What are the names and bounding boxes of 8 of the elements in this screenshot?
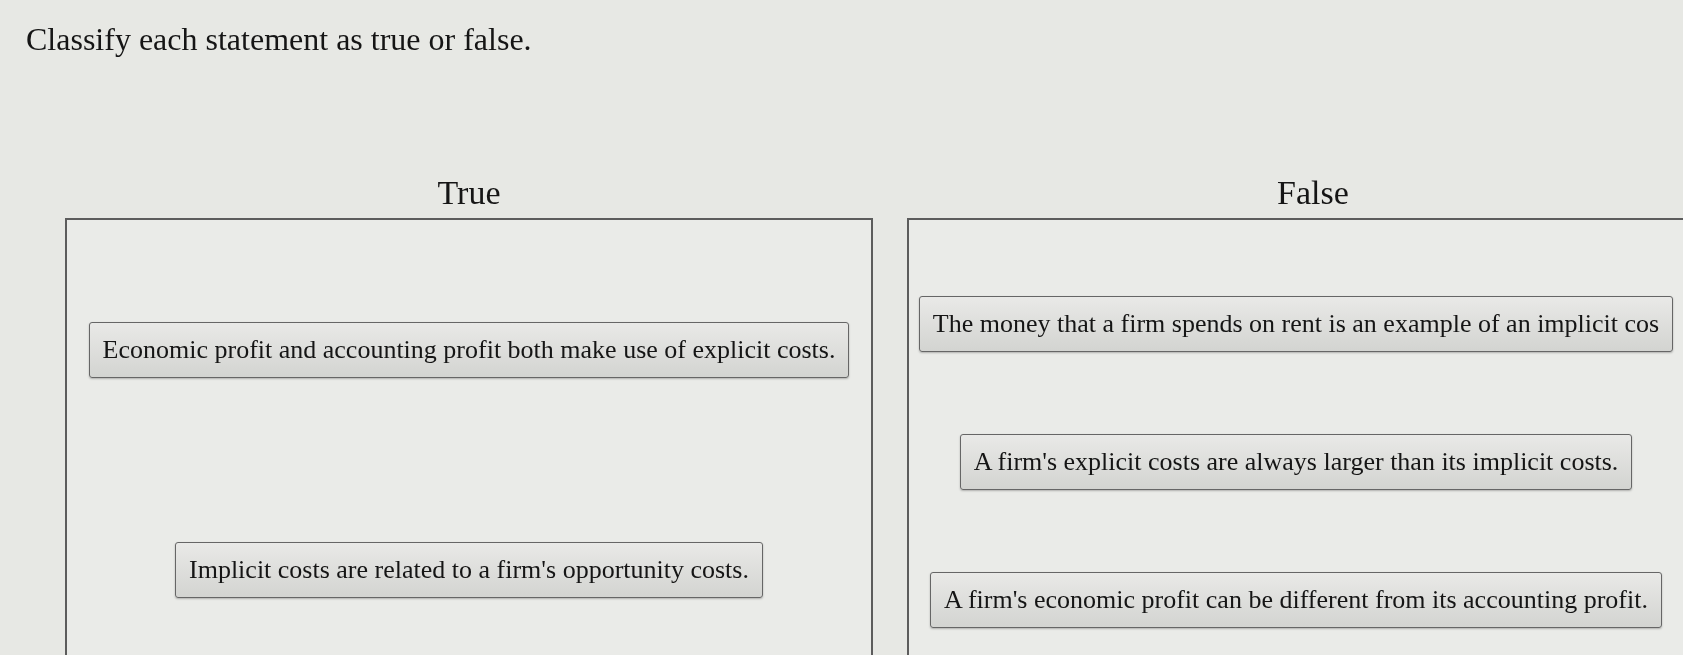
statement-card[interactable]: A firm's economic profit can be different from its accounting profit. [930,572,1662,628]
statement-card[interactable]: Implicit costs are related to a firm's opportunity costs. [175,542,763,598]
statement-card[interactable]: The money that a firm spends on rent is an example of an implicit cos [918,296,1674,352]
statement-card[interactable]: Economic profit and accounting profit both make use of explicit costs. [88,322,850,378]
bin-heading: False [1277,174,1349,212]
instruction-text: Classify each statement as true or false. [26,20,532,58]
bin-heading: True [437,174,501,212]
statement-card[interactable]: A firm's explicit costs are always larger than its implicit costs. [959,434,1633,490]
